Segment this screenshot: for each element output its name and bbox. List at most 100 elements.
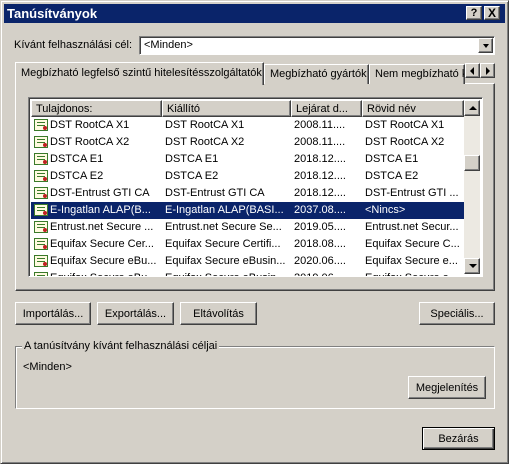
table-row[interactable]: Equifax Secure eBu... Equifax Secure eBus… — [31, 253, 464, 270]
cell-owner: DSTCA E1 — [50, 153, 104, 165]
table-row[interactable]: DSTCA E1 DSTCA E1 2018.12.... DSTCA E1 — [31, 151, 464, 168]
cell-friendly-name: Equifax Secure C... — [365, 238, 460, 250]
tab-label: Megbízható gyártók — [270, 68, 367, 80]
scroll-thumb[interactable] — [464, 155, 480, 171]
table-row[interactable]: DST-Entrust GTI CA DST-Entrust GTI CA 2018… — [31, 185, 464, 202]
scroll-up-button[interactable] — [464, 100, 480, 116]
certificate-icon — [34, 204, 48, 216]
list-header: Tulajdonos: Kiállító Lejárat d... Rövid … — [31, 100, 464, 117]
certificate-icon — [34, 187, 48, 199]
tab-scroll-right-button[interactable] — [480, 63, 495, 78]
remove-button[interactable]: Eltávolítás — [180, 302, 257, 325]
cell-expiry: 2019.05.... — [294, 221, 346, 233]
certificate-icon — [34, 170, 48, 182]
table-row[interactable]: Entrust.net Secure ... Entrust.net Secure… — [31, 219, 464, 236]
cell-issuer: Equifax Secure eBusin... — [165, 255, 286, 267]
tab-trusted-root-ca[interactable]: Megbízható legfelső szintű hitelesítéssz… — [15, 62, 264, 85]
table-row[interactable]: E-Ingatlan ALAP(B... E-Ingatlan ALAP(BASI… — [31, 202, 464, 219]
advanced-button[interactable]: Speciális... — [419, 302, 495, 325]
close-window-button[interactable]: X — [484, 6, 500, 20]
cell-issuer: E-Ingatlan ALAP(BASI... — [165, 204, 284, 216]
cell-issuer: Equifax Secure eBusin... — [165, 272, 289, 276]
certificate-icon — [34, 255, 48, 267]
certificate-icon — [34, 221, 48, 233]
table-row[interactable]: DST RootCA X1 DST RootCA X1 2008.11.... DST… — [31, 117, 464, 134]
cell-friendly-name: Equifax Secure e... — [365, 255, 458, 267]
cell-expiry: 2018.12.... — [294, 170, 346, 182]
cell-expiry: 2018.08.... — [294, 238, 346, 250]
dropdown-arrow-button[interactable] — [478, 38, 493, 53]
column-header-friendly-name[interactable]: Rövid név — [362, 100, 464, 117]
tab-untrusted[interactable]: Nem megbízható k — [369, 64, 465, 84]
import-button[interactable]: Importálás... — [15, 302, 91, 325]
cell-friendly-name: DSTCA E2 — [365, 170, 419, 182]
certificate-icon — [34, 272, 48, 276]
table-row[interactable]: Equifax Secure Cer... Equifax Secure Cert… — [31, 236, 464, 253]
table-row[interactable]: DST RootCA X2 DST RootCA X2 2008.11.... DST… — [31, 134, 464, 151]
table-row[interactable]: Equifax Secure eBu...Equifax Secure eBus… — [31, 270, 464, 276]
purposes-value: <Minden> — [23, 361, 72, 373]
window-title: Tanúsítványok — [7, 6, 98, 21]
cell-friendly-name: DST-Entrust GTI ... — [365, 187, 459, 199]
cell-friendly-name: DSTCA E1 — [365, 153, 419, 165]
close-button[interactable]: Bezárás — [422, 427, 495, 450]
cell-issuer: Equifax Secure Certifi... — [165, 238, 281, 250]
certificates-dialog: Tanúsítványok ? X Kívánt felhasználási c… — [0, 0, 509, 464]
cell-owner: DST-Entrust GTI CA — [50, 187, 150, 199]
purpose-label: Kívánt felhasználási cél: — [14, 39, 133, 51]
cell-friendly-name: Entrust.net Secur... — [365, 221, 459, 233]
certificate-list[interactable]: Tulajdonos: Kiállító Lejárat d... Rövid … — [28, 97, 483, 277]
cell-owner: Entrust.net Secure ... — [50, 221, 154, 233]
certificate-icon — [34, 136, 48, 148]
cell-friendly-name: DST RootCA X2 — [365, 136, 445, 148]
cell-issuer: DST RootCA X2 — [165, 136, 245, 148]
certificate-icon — [34, 238, 48, 250]
cell-expiry: 2008.11.... — [294, 119, 346, 131]
purposes-group-title: A tanúsítvány kívánt felhasználási célja… — [22, 340, 220, 352]
chevron-right-icon — [486, 67, 490, 75]
cell-owner: DST RootCA X1 — [50, 119, 130, 131]
cell-owner: Equifax Secure Cer... — [50, 238, 154, 250]
table-row[interactable]: DSTCA E2 DSTCA E2 2018.12.... DSTCA E2 — [31, 168, 464, 185]
cell-issuer: DST RootCA X1 — [165, 119, 245, 131]
cell-owner: E-Ingatlan ALAP(B... — [50, 204, 151, 216]
cell-owner: Equifax Secure eBu... — [50, 272, 162, 276]
cell-friendly-name: Equifax Secure e... — [365, 272, 461, 276]
cell-owner: DST RootCA X2 — [50, 136, 130, 148]
chevron-down-icon — [483, 44, 489, 48]
cell-friendly-name: DST RootCA X1 — [365, 119, 445, 131]
scroll-down-button[interactable] — [464, 258, 480, 274]
tab-scroll-left-button[interactable] — [465, 63, 480, 78]
column-header-owner[interactable]: Tulajdonos: — [31, 100, 162, 117]
vertical-scrollbar[interactable] — [464, 100, 480, 274]
view-button[interactable]: Megjelenítés — [408, 376, 486, 399]
tab-label: Nem megbízható k — [375, 68, 465, 80]
cell-expiry: 2019.06.... — [294, 272, 360, 276]
column-header-expiry[interactable]: Lejárat d... — [291, 100, 362, 117]
arrow-down-icon — [469, 264, 477, 268]
arrow-up-icon — [469, 106, 477, 110]
column-header-issuer[interactable]: Kiállító — [162, 100, 291, 117]
cell-owner: Equifax Secure eBu... — [50, 255, 157, 267]
cell-expiry: 2020.06.... — [294, 255, 346, 267]
cell-friendly-name: <Nincs> — [365, 204, 406, 216]
list-rows: DST RootCA X1 DST RootCA X1 2008.11.... DST… — [31, 117, 464, 276]
certificate-icon — [34, 119, 48, 131]
purpose-dropdown[interactable]: <Minden> — [139, 36, 495, 55]
purpose-value: <Minden> — [144, 39, 193, 51]
chevron-left-icon — [470, 67, 474, 75]
cell-expiry: 2018.12.... — [294, 153, 346, 165]
tab-label: Megbízható legfelső szintű hitelesítéssz… — [21, 67, 262, 79]
cell-issuer: DSTCA E1 — [165, 153, 219, 165]
title-bar[interactable]: Tanúsítványok ? X — [4, 4, 505, 23]
certificate-icon — [34, 153, 48, 165]
cell-issuer: DST-Entrust GTI CA — [165, 187, 265, 199]
cell-expiry: 2018.12.... — [294, 187, 346, 199]
export-button[interactable]: Exportálás... — [97, 302, 174, 325]
help-button[interactable]: ? — [466, 6, 482, 20]
cell-expiry: 2037.08.... — [294, 204, 346, 216]
cell-issuer: DSTCA E2 — [165, 170, 219, 182]
tab-trusted-publishers[interactable]: Megbízható gyártók — [264, 64, 369, 84]
cell-expiry: 2008.11.... — [294, 136, 346, 148]
cell-issuer: Entrust.net Secure Se... — [165, 221, 282, 233]
